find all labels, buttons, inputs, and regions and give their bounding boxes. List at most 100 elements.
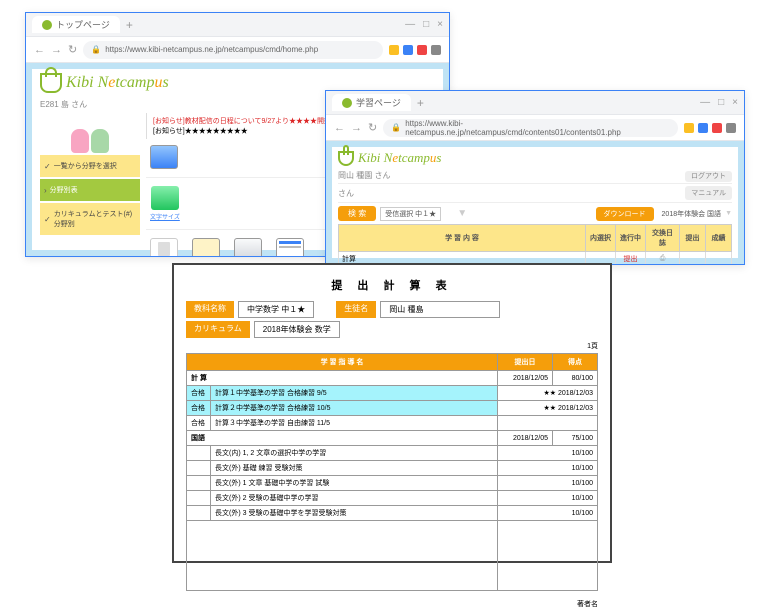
report-app[interactable]: 成績表 [276,238,304,256]
extension-icons [389,45,441,55]
arrow-icon: › [44,186,47,195]
tab-2[interactable]: 学習ページ [332,94,411,111]
subject-select[interactable]: 受信選択 中１★ [380,207,441,221]
item-name: 長文(外) 1 文章 基礎中学の学習 試験 [211,476,498,491]
check-icon: ✓ [44,215,51,224]
ext-icon[interactable] [684,123,694,133]
doc-footer: 著者名 [186,599,598,609]
ext-icon-3[interactable] [417,45,427,55]
item-name: 長文(外) 3 受験の基礎中学を学習受験対策 [211,506,498,521]
close-icon[interactable]: × [437,19,443,30]
window-controls: — □ × [405,19,443,30]
user-name: E281 島 さん [40,99,87,110]
page-number: 1頁 [186,341,598,351]
study-app[interactable]: 文字サイズ [150,186,180,221]
item-name: 計算３中学基準の学習 自由練習 11/5 [211,416,498,431]
minimize-icon[interactable]: — [700,97,710,108]
ext-icon[interactable] [698,123,708,133]
status-cell[interactable]: 提出 [616,252,646,265]
tab-title: トップページ [56,18,110,31]
close-icon[interactable]: × [732,97,738,108]
item-name: 長文(外) 2 受験の基礎中学の学習 [211,491,498,506]
sidebar: ✓ 一覧から分野を選択 › 分野別表 ✓ カリキュラムとテスト(#)分野別 [40,113,140,256]
forward-icon[interactable]: → [51,44,62,56]
journal-cell[interactable]: ⎙ [646,252,680,265]
trash-app[interactable] [150,238,178,256]
switch-app[interactable]: 切り替 [192,238,220,256]
titlebar-1: トップページ + — □ × [26,13,449,37]
logo-text-2: Kibi Netcampus [358,150,441,166]
titlebar-2: 学習ページ + — □ × [326,91,744,115]
monitor-icon [150,145,178,169]
curriculum-value: 2018年体験会 数学 [254,321,340,338]
download-button[interactable]: ダウンロード [596,207,654,221]
curriculum-label: カリキュラム [186,321,250,338]
addressbar-2: ← → ↻ 🔒 https://www.kibi-netcampus.ne.jp… [326,115,744,141]
ext-icon-4[interactable] [431,45,441,55]
content-table: 学 習 内 容 内選択 進行中 交換日誌 提出 成績 計算 提出 ⎙ 国語 [338,224,732,264]
user-name-2: 岡山 種園 さん [338,170,390,181]
logo-2: Kibi Netcampus [338,150,732,166]
back-icon[interactable]: ← [334,122,345,134]
student-label: 生徒名 [336,301,376,318]
monitor-app[interactable] [150,145,178,169]
switch-icon [192,238,220,256]
subject-label: 教科名称 [186,301,234,318]
side-label-1: 一覧から分野を選択 [54,161,117,171]
study-icon [151,186,179,210]
maximize-icon[interactable]: □ [718,97,724,108]
back-icon[interactable]: ← [34,44,45,56]
maximize-icon[interactable]: □ [423,19,429,30]
new-tab-button[interactable]: + [417,96,424,110]
item-name: 長文(外) 基礎 練習 受験対策 [211,461,498,476]
reload-icon[interactable]: ↻ [68,43,77,56]
forward-icon[interactable]: → [351,122,362,134]
student-value: 岡山 種島 [380,301,500,318]
sidebar-item-subject[interactable]: › 分野別表 [40,179,140,201]
addressbar-1: ← → ↻ 🔒 https://www.kibi-netcampus.ne.jp… [26,37,449,63]
date-cell: 2018/12/05 [498,371,553,386]
url-input[interactable]: 🔒 https://www.kibi-netcampus.ne.jp/netca… [83,41,383,59]
search-tab[interactable]: 検 索 [338,206,376,221]
character-green-icon [91,129,109,153]
ext-icon[interactable] [712,123,722,133]
th-select: 内選択 [586,225,616,252]
logo-bag-icon [40,73,62,93]
window-controls-2: — □ × [700,97,738,108]
doc-th-name: 学 習 指 導 名 [187,354,498,371]
score-cell: 80/100 [553,371,598,386]
document-window: 提 出 計 算 表 教科名称 中学数学 中１★ 生徒名 岡山 種島 カリキュラム… [172,263,612,563]
tab-1[interactable]: トップページ [32,16,120,33]
character-pink-icon [71,129,89,153]
item-name: 長文(内) 1, 2 文章の選択中学の学習 [211,446,498,461]
manual-button[interactable]: マニュアル [685,186,732,200]
check-icon: ✓ [44,162,51,171]
doc-th-date: 提出日 [498,354,553,371]
th-submit: 提出 [680,225,706,252]
score-cell: 75/100 [553,431,598,446]
logo-text: Kibi Netcampus [66,74,169,92]
subject-row: 国語 [187,431,498,446]
logo-bag-icon [338,151,354,166]
doc-th-score: 得点 [553,354,598,371]
url-input-2[interactable]: 🔒 https://www.kibi-netcampus.ne.jp/netca… [383,119,678,137]
doc-title: 提 出 計 算 表 [186,277,598,293]
subject-value: 中学数学 中１★ [238,301,314,318]
content-2: Kibi Netcampus 岡山 種園 さん ログアウト さん マニュアル 検… [326,141,744,264]
sidebar-item-select[interactable]: ✓ 一覧から分野を選択 [40,155,140,177]
ext-icon-1[interactable] [389,45,399,55]
favicon-icon [42,20,52,30]
filter-row: 検 索 受信選択 中１★ ▼ ダウンロード 2018年体験会 国語 ▼ [338,206,732,221]
tab-title-2: 学習ページ [356,96,401,109]
favicon-icon [342,98,352,108]
score-app[interactable]: 成績 [234,238,262,256]
ext-icon[interactable] [726,123,736,133]
trash-icon [150,238,178,256]
sidebar-item-curriculum[interactable]: ✓ カリキュラムとテスト(#)分野別 [40,203,140,235]
minimize-icon[interactable]: — [405,19,415,30]
reload-icon[interactable]: ↻ [368,121,377,134]
new-tab-button[interactable]: + [126,18,133,32]
ext-icon-2[interactable] [403,45,413,55]
browser-window-2: 学習ページ + — □ × ← → ↻ 🔒 https://www.kibi-n… [325,90,745,265]
logout-button-2[interactable]: ログアウト [685,171,732,182]
